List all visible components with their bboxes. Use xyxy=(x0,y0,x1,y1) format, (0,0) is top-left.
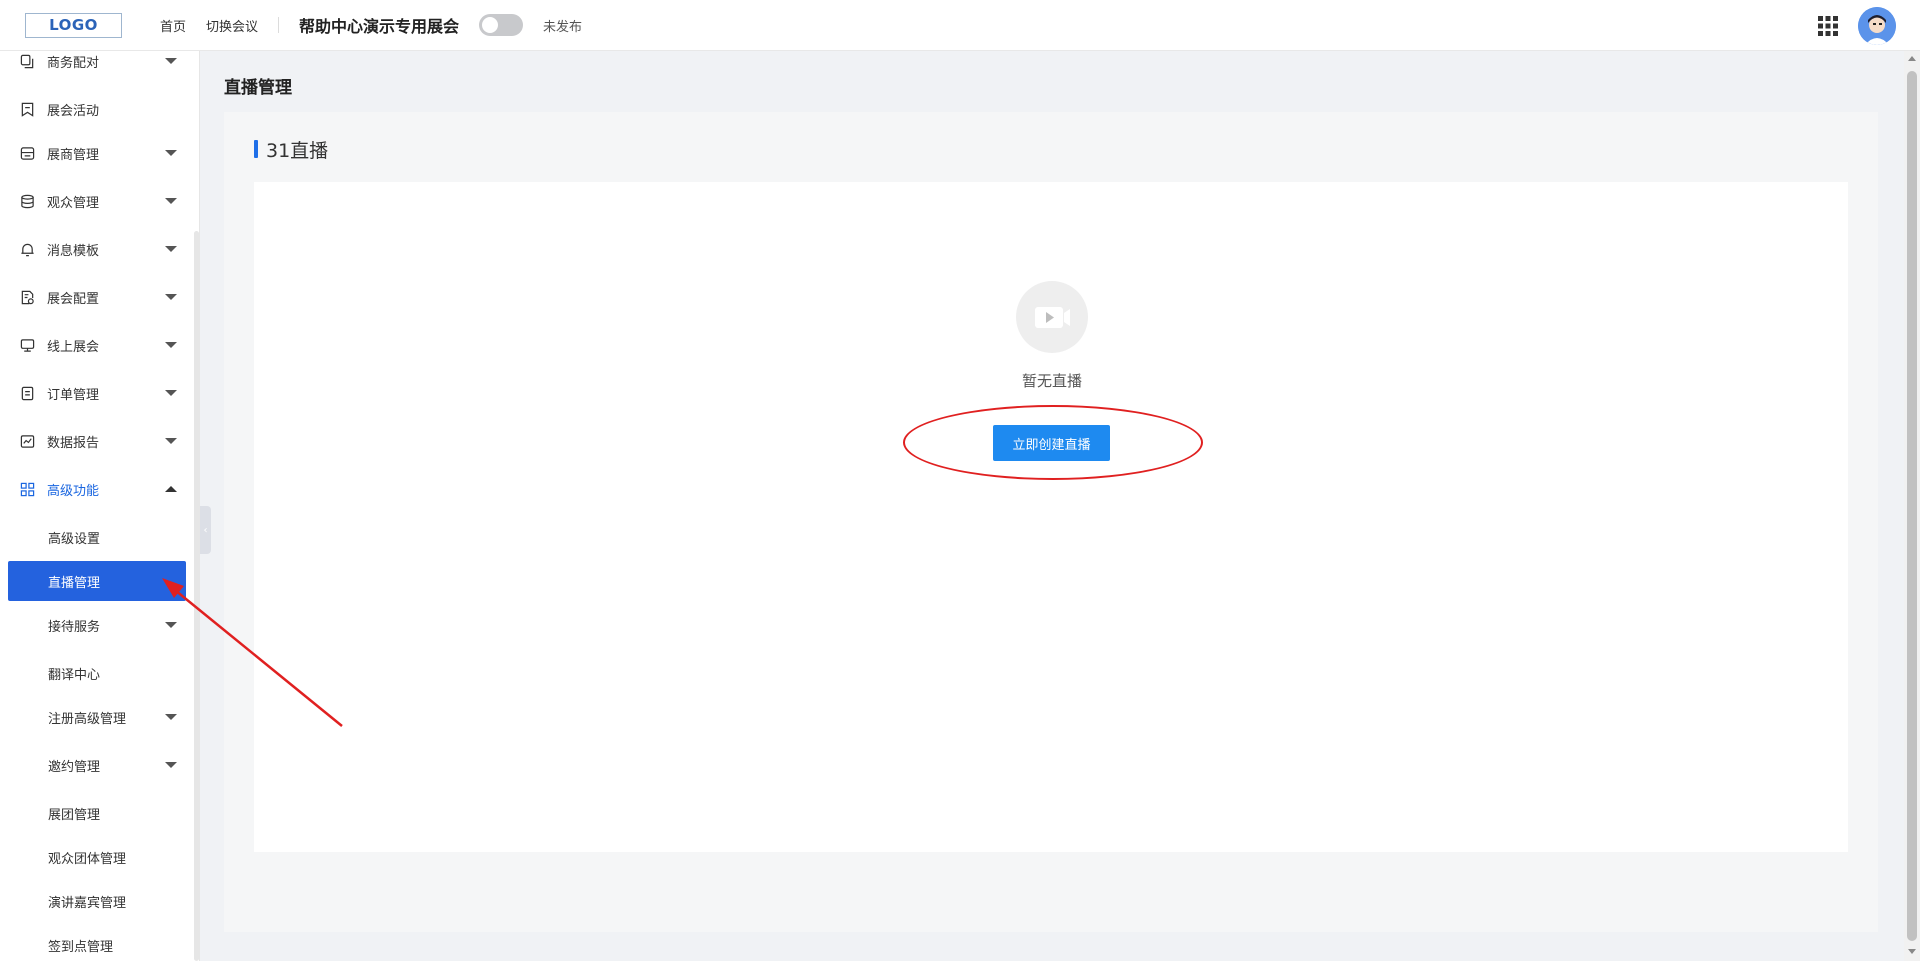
empty-state-text: 暂无直播 xyxy=(1021,372,1082,390)
chevron-down-icon xyxy=(165,294,177,300)
expo-title: 帮助中心演示专用展会 xyxy=(299,17,460,36)
section-title-text: 31直播 xyxy=(266,139,329,162)
header-divider xyxy=(278,17,280,33)
nav-switch-meeting-link[interactable]: 切换会议 xyxy=(206,16,258,35)
chevron-left-icon: ‹ xyxy=(203,524,208,536)
section-accent-bar xyxy=(254,140,258,158)
top-header: LOGO 首页 切换会议 帮助中心演示专用展会 未发布 xyxy=(0,0,1920,51)
sidebar-subitem-live-management[interactable]: 直播管理 xyxy=(8,561,186,601)
sidebar-item-label: 展商管理 xyxy=(47,147,100,163)
scroll-up-arrow-icon[interactable] xyxy=(1908,56,1916,61)
sidebar-item-exhibitor-management[interactable]: 展商管理 xyxy=(0,135,190,171)
toggle-knob xyxy=(482,17,499,33)
bell-icon xyxy=(21,243,34,257)
sidebar-item-label: 展会配置 xyxy=(47,291,100,307)
sidebar-item-label: 展会活动 xyxy=(47,103,100,119)
sidebar-subitem-label: 观众团体管理 xyxy=(48,851,127,867)
sidebar-item-label: 消息模板 xyxy=(47,243,100,259)
sidebar-item-audience-management[interactable]: 观众管理 xyxy=(0,183,190,219)
sidebar-item-expo-config[interactable]: 展会配置 xyxy=(0,279,190,315)
sidebar-subitem-advanced-settings[interactable]: 高级设置 xyxy=(0,519,190,555)
sidebar-item-label: 商务配对 xyxy=(47,55,100,71)
chevron-down-icon xyxy=(165,438,177,444)
sidebar-subitem-label: 翻译中心 xyxy=(48,667,101,683)
sidebar-scrollbar[interactable] xyxy=(194,231,199,961)
chevron-down-icon xyxy=(165,150,177,156)
sidebar-item-order-management[interactable]: 订单管理 xyxy=(0,375,190,411)
chevron-down-icon xyxy=(165,246,177,252)
sidebar-item-label: 订单管理 xyxy=(47,387,100,403)
sidebar-collapse-handle[interactable]: ‹ xyxy=(200,506,211,554)
publish-toggle[interactable] xyxy=(479,14,524,36)
sidebar-item-business-matching[interactable]: 商务配对 xyxy=(0,51,190,79)
sidebar-subitem-label: 邀约管理 xyxy=(48,759,101,775)
sidebar-subitem-label: 接待服务 xyxy=(48,619,101,635)
section-title: 31直播 xyxy=(254,138,329,162)
chevron-up-icon xyxy=(165,486,177,492)
create-live-button[interactable]: 立即创建直播 xyxy=(993,425,1110,461)
chart-icon xyxy=(20,435,35,448)
sidebar-subitem-registration-advanced[interactable]: 注册高级管理 xyxy=(0,699,190,735)
sidebar-item-online-expo[interactable]: 线上展会 xyxy=(0,327,190,363)
sidebar-item-label: 数据报告 xyxy=(47,435,100,451)
video-camera-icon xyxy=(1016,281,1088,353)
apps-icon xyxy=(20,482,35,497)
sidebar-item-data-reports[interactable]: 数据报告 xyxy=(0,423,190,459)
sidebar-subitem-checkin-point-management[interactable]: 签到点管理 xyxy=(0,927,190,961)
sidebar-item-label: 高级功能 xyxy=(47,483,100,499)
nav-home-link[interactable]: 首页 xyxy=(160,16,186,35)
chevron-down-icon xyxy=(165,198,177,204)
page-title: 直播管理 xyxy=(224,78,292,98)
chevron-down-icon xyxy=(165,58,177,64)
store-icon xyxy=(20,147,35,160)
chevron-down-icon xyxy=(165,342,177,348)
publish-status-label: 未发布 xyxy=(543,19,583,35)
sidebar-subitem-label: 演讲嘉宾管理 xyxy=(48,895,127,911)
copy-icon xyxy=(20,54,34,69)
user-avatar[interactable] xyxy=(1858,7,1896,45)
logo[interactable]: LOGO xyxy=(25,12,122,38)
sidebar-subitem-audience-group-management[interactable]: 观众团体管理 xyxy=(0,839,190,875)
sidebar: 商务配对 展会活动 展商管理 观众管理 消息模板 展会配置 线上展会 订单管理 xyxy=(0,51,200,961)
sidebar-item-label: 线上展会 xyxy=(47,339,100,355)
sidebar-item-message-templates[interactable]: 消息模板 xyxy=(0,231,190,267)
file-settings-icon xyxy=(21,290,34,305)
sidebar-subitem-translation-center[interactable]: 翻译中心 xyxy=(0,655,190,691)
scroll-down-arrow-icon[interactable] xyxy=(1908,949,1916,954)
sidebar-subitem-label: 高级设置 xyxy=(48,531,101,547)
bookmark-icon xyxy=(21,102,34,117)
scrollbar-thumb[interactable] xyxy=(1907,71,1917,941)
chevron-down-icon xyxy=(165,762,177,768)
sidebar-subitem-speaker-management[interactable]: 演讲嘉宾管理 xyxy=(0,883,190,919)
main-scrollbar[interactable] xyxy=(1904,51,1920,961)
chevron-down-icon xyxy=(165,390,177,396)
sidebar-subitem-delegation-management[interactable]: 展团管理 xyxy=(0,795,190,831)
monitor-icon xyxy=(20,339,35,352)
sidebar-subitem-invitation-management[interactable]: 邀约管理 xyxy=(0,747,190,783)
chevron-down-icon xyxy=(165,622,177,628)
sidebar-subitem-label: 展团管理 xyxy=(48,807,101,823)
app-grid-icon[interactable] xyxy=(1816,14,1840,38)
sidebar-item-label: 观众管理 xyxy=(47,195,100,211)
sidebar-subitem-reception-service[interactable]: 接待服务 xyxy=(0,607,190,643)
sidebar-item-advanced-features[interactable]: 高级功能 xyxy=(0,471,190,507)
database-icon xyxy=(21,194,34,209)
sidebar-item-expo-activities[interactable]: 展会活动 xyxy=(0,91,190,127)
document-icon xyxy=(21,386,34,401)
sidebar-subitem-label: 直播管理 xyxy=(48,575,101,591)
sidebar-subitem-label: 注册高级管理 xyxy=(48,711,127,727)
sidebar-subitem-label: 签到点管理 xyxy=(48,939,114,955)
chevron-down-icon xyxy=(165,714,177,720)
